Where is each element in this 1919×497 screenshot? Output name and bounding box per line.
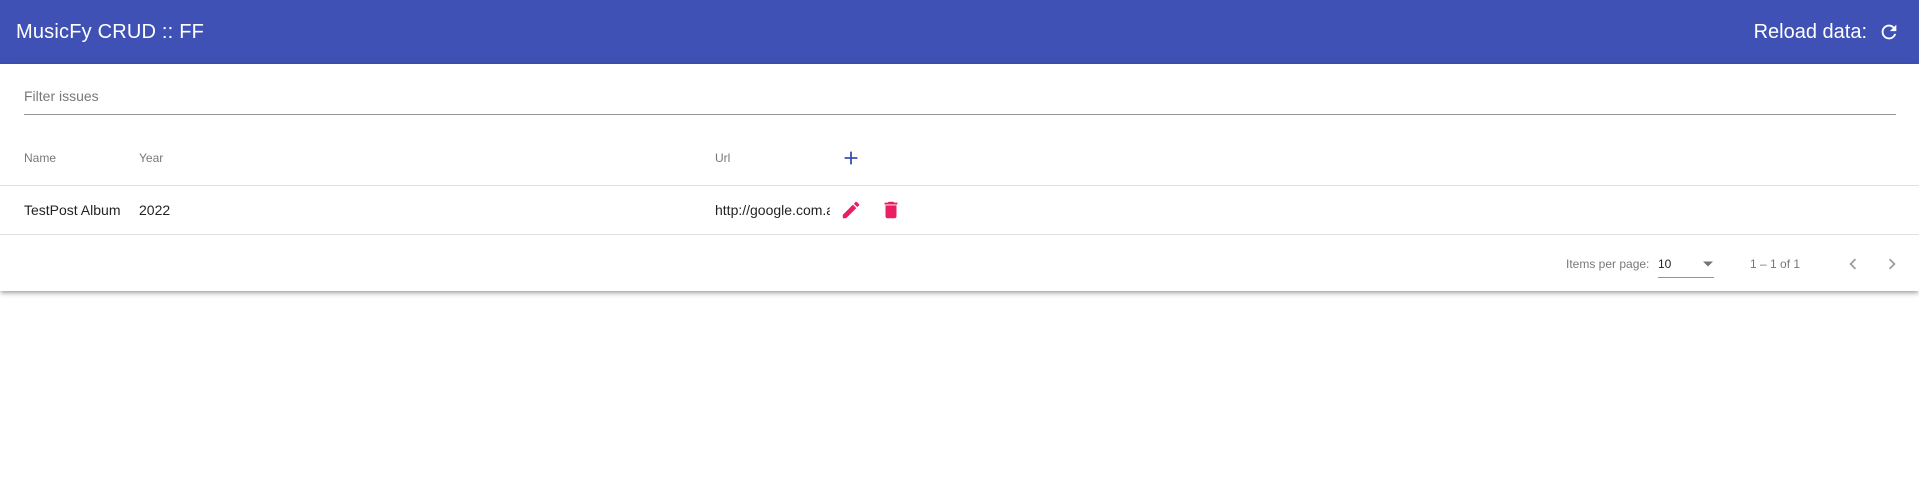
issues-card: Name Year Url TestPost Album 2022 http:/… xyxy=(0,64,1919,291)
column-header-url[interactable]: Url xyxy=(715,130,830,185)
paginator: Items per page: 10 1 – 1 of 1 xyxy=(0,236,1919,292)
page-range-label: 1 – 1 of 1 xyxy=(1750,257,1801,271)
add-button[interactable] xyxy=(836,143,866,173)
column-header-year[interactable]: Year xyxy=(139,130,699,185)
reload-group: Reload data: xyxy=(1754,18,1903,46)
albums-table: Name Year Url TestPost Album 2022 http:/… xyxy=(0,130,1919,235)
edit-cell xyxy=(836,186,866,234)
plus-icon xyxy=(844,151,858,164)
filter-field xyxy=(24,82,1896,115)
pencil-icon xyxy=(842,201,860,219)
delete-button[interactable] xyxy=(876,195,906,225)
page-size-select[interactable]: 10 xyxy=(1658,250,1714,278)
add-cell xyxy=(836,130,866,185)
reload-label: Reload data: xyxy=(1753,20,1867,43)
dropdown-arrow-icon xyxy=(1703,261,1713,266)
filter-input[interactable] xyxy=(24,82,1896,110)
items-per-page-label: Items per page: xyxy=(1566,257,1650,271)
cell-name: TestPost Album xyxy=(24,202,121,218)
page-size-value: 10 xyxy=(1658,256,1672,271)
next-page-button[interactable] xyxy=(1877,249,1907,279)
chevron-left-icon xyxy=(1849,258,1857,270)
refresh-icon xyxy=(1881,24,1897,40)
delete-cell xyxy=(876,186,906,234)
app-title: MusicFy CRUD :: FF xyxy=(16,20,205,43)
edit-button[interactable] xyxy=(836,195,866,225)
chevron-right-icon xyxy=(1888,258,1896,270)
trash-icon xyxy=(884,201,898,219)
table-header-row: Name Year Url xyxy=(0,130,1919,186)
column-header-name[interactable]: Name xyxy=(24,130,134,185)
reload-button[interactable] xyxy=(1875,18,1903,46)
cell-url: http://google.com.ar xyxy=(715,202,830,218)
cell-year: 2022 xyxy=(139,202,171,218)
table-row: TestPost Album 2022 http://google.com.ar xyxy=(0,186,1919,235)
previous-page-button[interactable] xyxy=(1838,249,1868,279)
app-toolbar: MusicFy CRUD :: FF Reload data: xyxy=(0,0,1919,64)
